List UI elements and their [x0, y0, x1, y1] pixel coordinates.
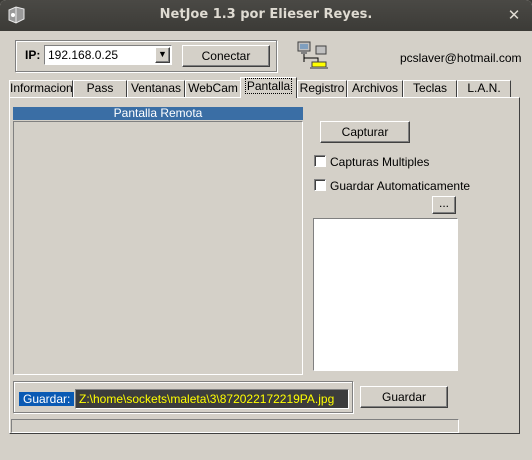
title-bar[interactable]: NetJoe 1.3 por Elieser Reyes. ✕: [0, 0, 532, 31]
capture-button[interactable]: Capturar: [320, 121, 410, 143]
tab-label: Teclas: [412, 81, 447, 95]
tab-label: Informacion: [10, 81, 73, 95]
tab-label: Pass: [86, 81, 114, 95]
app-window: NetJoe 1.3 por Elieser Reyes. ✕ IP: 192.…: [0, 0, 532, 460]
autosave-label: Guardar Automaticamente: [330, 179, 471, 193]
multiple-captures-label: Capturas Multiples: [330, 155, 430, 169]
save-path-input[interactable]: Z:\home\sockets\maleta\3\872022172219PA.…: [75, 389, 349, 409]
remote-screen-header: Pantalla Remota: [13, 107, 303, 120]
window-title: NetJoe 1.3 por Elieser Reyes.: [159, 7, 373, 22]
chevron-down-icon[interactable]: ▼: [155, 47, 170, 63]
client-area: IP: 192.168.0.25 ▼ Conectar pcslaver@hot…: [0, 31, 532, 460]
tab-lan[interactable]: L.A.N.: [457, 80, 511, 97]
connect-button[interactable]: Conectar: [182, 45, 270, 67]
tab-archivos[interactable]: Archivos: [347, 80, 403, 97]
network-icon: [296, 40, 332, 72]
ip-value: 192.168.0.25: [48, 48, 119, 62]
tab-label: Archivos: [351, 81, 398, 95]
tab-label: L.A.N.: [467, 81, 501, 95]
save-button[interactable]: Guardar: [360, 386, 448, 408]
browse-button[interactable]: ...: [432, 196, 456, 214]
email-label: pcslaver@hotmail.com: [400, 51, 522, 65]
tab-label: Registro: [299, 81, 345, 95]
tab-label: Ventanas: [130, 81, 182, 95]
tab-registro[interactable]: Registro: [297, 80, 347, 97]
tab-webcam[interactable]: WebCam: [185, 80, 241, 97]
multiple-captures-checkbox[interactable]: [314, 155, 326, 167]
ip-combobox[interactable]: 192.168.0.25 ▼: [44, 45, 172, 65]
tab-ventanas[interactable]: Ventanas: [127, 80, 185, 97]
captures-list[interactable]: [313, 218, 458, 371]
remote-screen-view[interactable]: [13, 121, 303, 375]
tab-teclas[interactable]: Teclas: [403, 80, 457, 97]
tab-pantalla[interactable]: Pantalla: [240, 77, 297, 98]
status-bar: [11, 419, 459, 433]
ip-label: IP:: [25, 48, 41, 62]
autosave-checkbox[interactable]: [314, 179, 326, 191]
save-path-label: Guardar:: [19, 392, 75, 406]
tab-label: WebCam: [188, 81, 238, 95]
close-icon[interactable]: ✕: [504, 5, 524, 25]
tab-pass[interactable]: Pass: [73, 80, 127, 97]
tab-label: Pantalla: [244, 78, 293, 94]
tab-informacion[interactable]: Informacion: [9, 80, 73, 97]
